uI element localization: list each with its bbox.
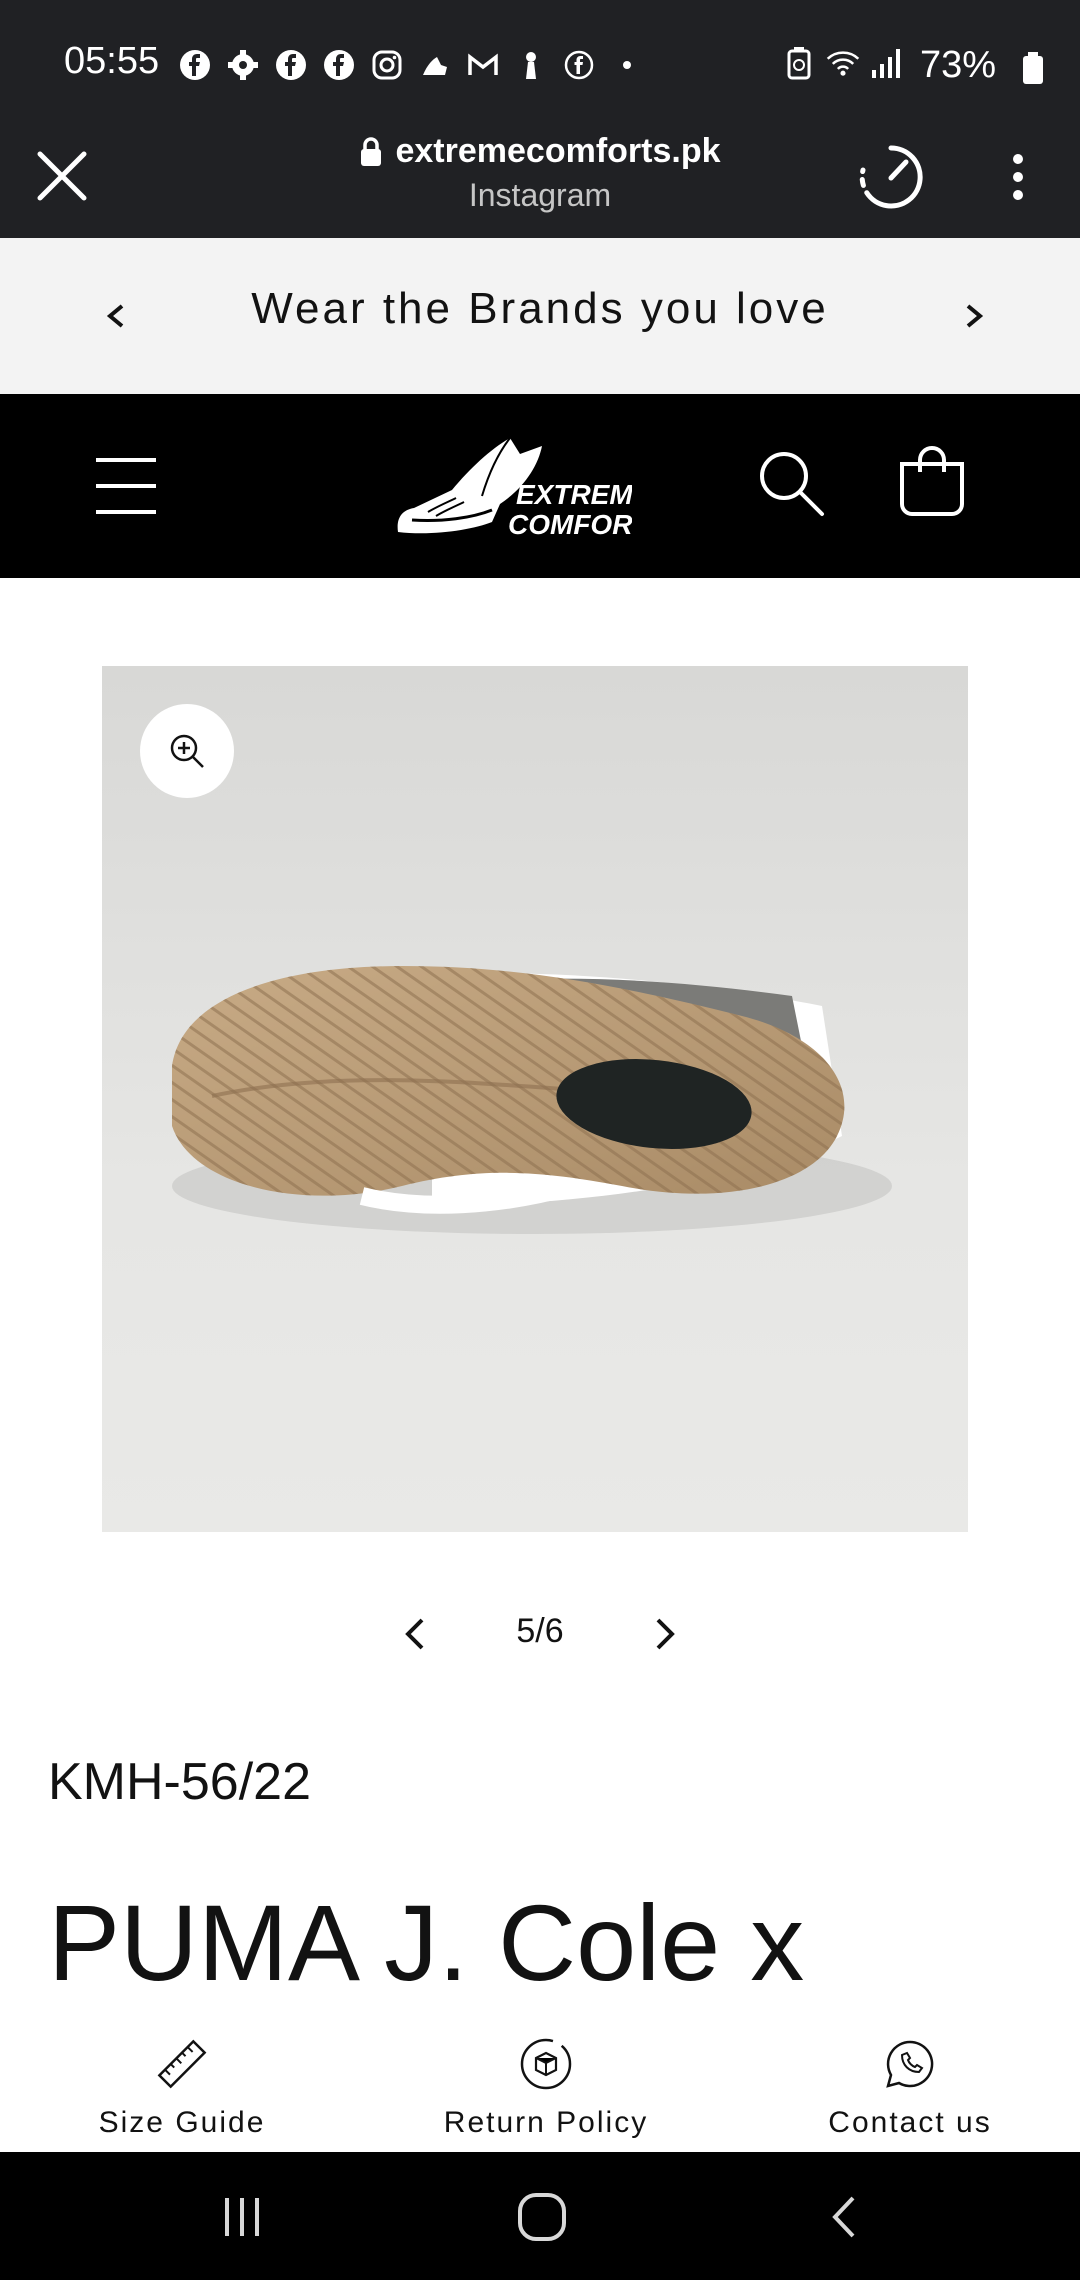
hamburger-icon — [96, 458, 156, 514]
facebook-icon — [562, 48, 596, 82]
shoe-sole-image — [172, 966, 892, 1234]
recents-icon — [225, 2198, 259, 2236]
chevron-left-icon — [106, 304, 124, 328]
battery-percent: 73% — [919, 44, 996, 86]
close-icon — [37, 151, 87, 201]
recents-button[interactable] — [202, 2182, 282, 2252]
logo-text-line2: COMFORTS — [508, 509, 632, 540]
product-image[interactable] — [102, 666, 968, 1532]
speed-button[interactable] — [856, 142, 926, 212]
facebook-icon — [322, 48, 356, 82]
wifi-icon — [826, 46, 860, 80]
speedometer-icon — [859, 145, 923, 209]
signal-icon — [870, 46, 904, 80]
logo-text-line1: EXTREME — [516, 479, 632, 510]
dot-icon — [610, 48, 644, 82]
facebook-icon — [274, 48, 308, 82]
gmail-icon — [466, 48, 500, 82]
site-header: EXTREME COMFORTS — [0, 394, 1080, 578]
whatsapp-icon — [886, 2040, 934, 2088]
ruler-icon — [157, 2039, 207, 2089]
menu-button[interactable] — [90, 448, 162, 524]
product-title: PUMA J. Cole x — [48, 1882, 805, 2003]
instagram-icon — [370, 48, 404, 82]
chevron-right-icon — [656, 1618, 675, 1650]
product-sku: KMH-56/22 — [48, 1753, 311, 1811]
url-text: extremecomforts.pk — [395, 132, 721, 170]
announcement-prev-button[interactable] — [86, 286, 146, 346]
back-button[interactable] — [806, 2182, 886, 2252]
site-logo[interactable]: EXTREME COMFORTS — [392, 426, 668, 546]
battery-icon — [1022, 52, 1044, 89]
browser-subtitle: Instagram — [468, 177, 612, 213]
in-app-browser-bar: extremecomforts.pk Instagram — [0, 112, 1080, 238]
contact-us-label: Contact us — [828, 2106, 992, 2139]
slider-prev-button[interactable] — [390, 1606, 440, 1662]
gear-icon — [226, 48, 260, 82]
shoe-logo-icon: EXTREME COMFORTS — [397, 437, 668, 540]
facebook-icon — [178, 48, 212, 82]
notification-icons — [178, 48, 644, 82]
slider-next-button[interactable] — [640, 1606, 690, 1662]
chevron-right-icon — [966, 304, 984, 328]
return-policy-button[interactable]: Return Policy — [396, 2034, 696, 2140]
cart-button[interactable] — [892, 442, 972, 522]
shopping-bag-icon — [900, 446, 964, 516]
search-button[interactable] — [752, 444, 832, 524]
chevron-left-icon — [405, 1618, 424, 1650]
status-time: 05:55 — [64, 40, 160, 82]
contact-us-button[interactable]: Contact us — [760, 2034, 1060, 2140]
bottom-action-bar: Size Guide Return Policy Contact us — [0, 2020, 1080, 2152]
lock-icon — [361, 136, 382, 166]
app-icon — [514, 48, 548, 82]
close-button[interactable] — [32, 146, 92, 206]
back-icon — [832, 2196, 855, 2238]
system-navigation-bar — [0, 2152, 1080, 2280]
announcement-bar: Wear the Brands you love — [0, 238, 1080, 394]
announcement-next-button[interactable] — [944, 286, 1004, 346]
status-bar: 05:55 73% — [0, 0, 1080, 112]
system-icons — [782, 46, 904, 80]
app-icon — [418, 48, 452, 82]
url-block[interactable]: extremecomforts.pk Instagram — [300, 132, 780, 214]
more-vertical-icon — [1013, 154, 1023, 200]
announcement-text: Wear the Brands you love — [251, 284, 829, 333]
size-guide-button[interactable]: Size Guide — [32, 2034, 332, 2140]
more-options-button[interactable] — [1000, 152, 1036, 202]
home-icon — [518, 2193, 566, 2241]
return-box-icon — [520, 2038, 572, 2090]
return-policy-label: Return Policy — [443, 2106, 649, 2139]
battery-saver-icon — [782, 46, 816, 80]
zoom-in-icon — [170, 734, 204, 768]
home-button[interactable] — [502, 2182, 582, 2252]
zoom-button[interactable] — [140, 704, 234, 798]
search-icon — [760, 452, 824, 516]
slide-counter: 5/6 — [516, 1612, 564, 1650]
size-guide-label: Size Guide — [98, 2106, 266, 2139]
